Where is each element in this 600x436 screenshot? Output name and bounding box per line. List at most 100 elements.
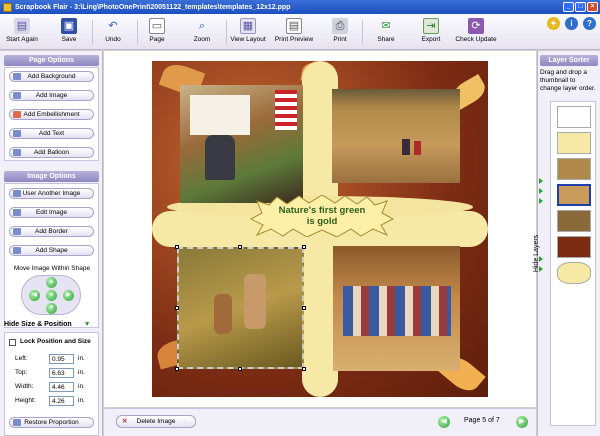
add-shape-button[interactable]: Add Shape [9,245,94,256]
minimize-button[interactable]: _ [563,2,574,12]
help-icon[interactable]: ? [583,17,596,30]
layer-thumbnail[interactable] [557,210,591,232]
top-label: Top: [15,369,28,376]
add-balloon-button[interactable]: Add Balloon [9,147,94,158]
print-preview-button[interactable]: ▤ Print Preview [272,16,316,48]
resize-handle[interactable] [175,245,179,249]
photo-element [244,274,266,329]
view-layout-icon: ▦ [240,18,256,34]
caption-banner[interactable]: Nature's first green is gold [247,194,397,238]
lightbulb-icon[interactable]: ✦ [547,17,560,30]
photo-children-selected[interactable] [177,247,304,369]
export-button[interactable]: ⇥ Export [409,16,453,48]
top-field[interactable]: 6.63 [49,368,74,378]
info-icon[interactable]: i [565,17,578,30]
left-panel: Page Options Add Background Add Image Ad… [0,51,103,436]
zoom-button[interactable]: ⌕ Zoom [180,16,224,48]
save-icon: ▣ [61,18,77,34]
undo-button[interactable]: ↶ Undo [91,16,135,48]
start-again-button[interactable]: ▤ Start Again [0,16,44,48]
edit-image-button[interactable]: Edit Image [9,207,94,218]
close-button[interactable]: × [587,2,598,12]
add-text-button[interactable]: Add Text [9,128,94,139]
print-button[interactable]: ⎙ Print [318,16,362,48]
arrow-right-icon [539,178,543,184]
move-left-button[interactable]: ◀ [29,290,40,301]
add-embellishment-button[interactable]: Add Embellishment [9,109,94,120]
resize-handle[interactable] [302,367,306,371]
window-title: Scrapbook Flair - 3:\Ling\PhotoOnePrint\… [15,3,291,11]
resize-handle[interactable] [175,367,179,371]
export-icon: ⇥ [423,18,439,34]
layer-sorter-instructions: Drag and drop a thumbnail to change laye… [540,69,596,92]
app-icon [3,2,12,12]
caption-text: Nature's first green is gold [278,205,366,227]
use-another-image-button[interactable]: User Another Image [9,188,94,199]
move-right-button[interactable]: ▶ [63,290,74,301]
print-preview-icon: ▤ [286,18,302,34]
page-button[interactable]: ▭ Page [135,16,179,48]
layer-thumbnail[interactable] [557,158,591,180]
check-update-button[interactable]: ⟳ Check Update [454,16,498,48]
photo-element [190,95,250,135]
previous-page-button[interactable]: ◀ [438,416,450,428]
size-position-header[interactable]: Hide Size & Position ▼ [4,321,91,328]
next-page-button[interactable]: ▶ [516,416,528,428]
width-unit: in. [78,383,85,390]
photo-group-jumping[interactable] [333,246,460,371]
layer-thumbnail[interactable] [557,106,591,128]
embellishment-icon [13,111,21,118]
layer-thumbnail[interactable] [557,236,591,258]
flag-image [275,90,297,130]
move-up-button[interactable]: ▲ [46,277,57,288]
move-image-label: Move Image Within Shape [13,265,91,272]
undo-icon: ↶ [108,20,118,32]
layer-thumbnail-selected[interactable] [557,184,591,206]
layer-thumbnail[interactable] [557,132,591,154]
zoom-icon: ⌕ [198,20,206,32]
layer-sorter-panel: Layer Sorter Drag and drop a thumbnail t… [533,51,600,436]
photo-element [343,286,451,336]
left-field[interactable]: 0.95 [49,354,74,364]
title-bar: Scrapbook Flair - 3:\Ling\PhotoOnePrint\… [0,0,600,14]
restore-proportion-button[interactable]: Restore Proportion [9,417,94,428]
photo-field-walk[interactable] [332,89,460,183]
lock-label: Lock Position and Size [20,338,91,345]
arrow-right-icon [539,266,543,272]
add-border-button[interactable]: Add Border [9,226,94,237]
left-unit: in. [78,355,85,362]
share-button[interactable]: ✉ Share [364,16,408,48]
view-layout-button[interactable]: ▦ View Layout [226,16,270,48]
move-down-button[interactable]: ▼ [46,303,57,314]
photo-element [205,135,235,180]
scrapbook-page[interactable]: Nature's first green is gold [152,61,488,397]
resize-handle[interactable] [238,245,242,249]
shape-icon [13,247,21,254]
resize-handle[interactable] [238,367,242,371]
background-icon [13,73,21,80]
add-background-button[interactable]: Add Background [9,71,94,82]
maximize-button[interactable]: □ [575,2,586,12]
text-icon [13,130,21,137]
swap-image-icon [13,190,21,197]
save-button[interactable]: ▣ Save [47,16,91,48]
add-image-button[interactable]: Add Image [9,90,94,101]
arrow-right-icon [539,198,543,204]
resize-handle[interactable] [302,245,306,249]
width-field[interactable]: 4.46 [49,382,74,392]
lock-checkbox[interactable] [9,339,16,346]
height-field[interactable]: 4.26 [49,396,74,406]
start-again-icon: ▤ [14,18,30,34]
page-options-header: Page Options [4,55,99,66]
delete-image-button[interactable]: ✕ Delete Image [116,415,196,428]
resize-handle[interactable] [302,306,306,310]
layer-thumbnail[interactable] [557,262,591,284]
resize-handle[interactable] [175,306,179,310]
image-icon [13,92,21,99]
photo-porch[interactable] [180,85,303,203]
restore-icon [13,419,21,426]
move-center-button[interactable]: ● [46,290,57,301]
height-unit: in. [78,397,85,404]
width-label: Width: [15,383,34,390]
page-icon: ▭ [149,18,165,34]
